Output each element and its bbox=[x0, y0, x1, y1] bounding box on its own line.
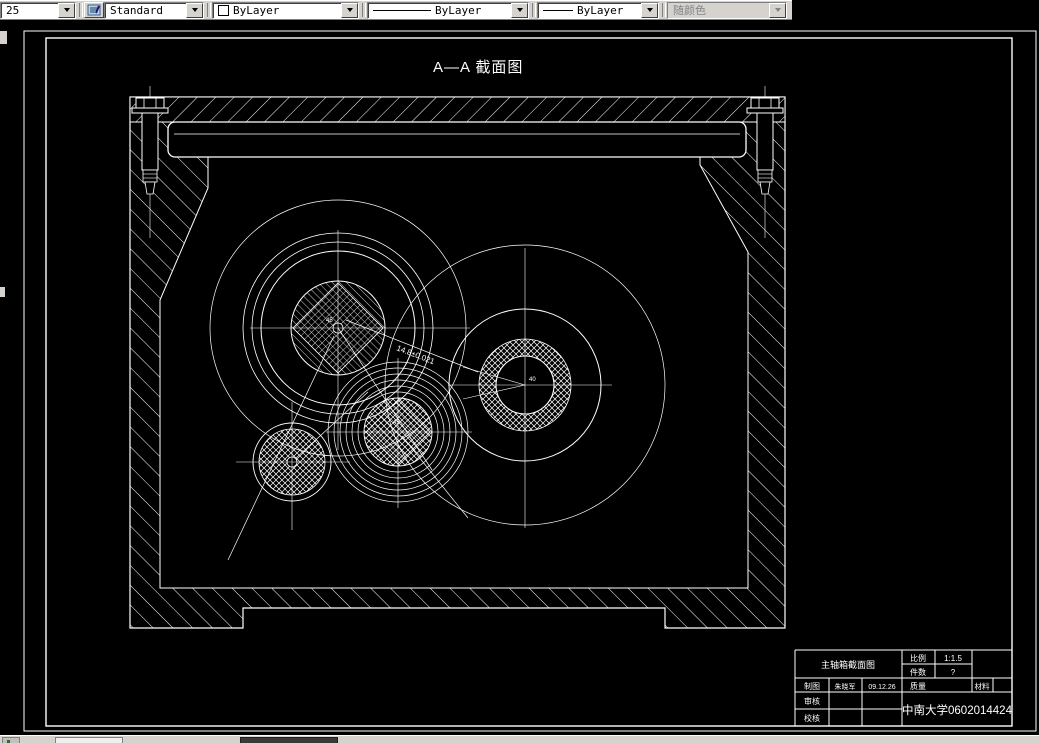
toolbar-separator bbox=[76, 2, 84, 18]
text-style-icon bbox=[87, 4, 101, 16]
tb-scale-value: 1:1.5 bbox=[944, 654, 962, 663]
tb-drawing-name: 主轴箱截面图 bbox=[821, 659, 875, 670]
plotstyle-value: 随颜色 bbox=[668, 2, 769, 18]
tb-material-label: 材料 bbox=[975, 681, 990, 691]
chevron-down-icon[interactable] bbox=[186, 2, 203, 18]
text-height-combo[interactable]: 25 bbox=[0, 1, 76, 19]
chevron-down-icon[interactable] bbox=[58, 2, 75, 18]
tb-drafter-label: 制图 bbox=[804, 681, 820, 691]
chevron-down-icon[interactable] bbox=[511, 2, 528, 18]
autocad-window: 25 Standard ByLayer ByLayer ByLayer 随颜色 … bbox=[0, 0, 1039, 743]
lineweight-swatch bbox=[543, 9, 573, 11]
chevron-down-icon[interactable] bbox=[341, 2, 358, 18]
linetype-combo[interactable]: ByLayer bbox=[367, 1, 529, 19]
chevron-down-icon bbox=[769, 2, 786, 18]
color-combo[interactable]: ByLayer bbox=[212, 1, 359, 19]
tb-drafter-date: 09.12.26 bbox=[868, 684, 895, 691]
tb-drafter-name: 朱晓军 bbox=[835, 682, 856, 691]
linetype-swatch bbox=[373, 9, 431, 11]
drawing-canvas[interactable]: A—A 截面图 45 40 45 14.8±0.021 主轴箱截面图 比例 1:… bbox=[0, 0, 1039, 743]
lineweight-value: ByLayer bbox=[577, 3, 624, 17]
tb-scale-label: 比例 bbox=[910, 653, 926, 663]
top-flange-section bbox=[129, 96, 786, 123]
lineweight-combo[interactable]: ByLayer bbox=[537, 1, 659, 19]
cover-plate bbox=[167, 121, 747, 158]
text-height-value[interactable]: 25 bbox=[1, 3, 58, 18]
tb-mass-label: 质量 bbox=[910, 681, 926, 691]
tb-checker-label: 审核 bbox=[804, 696, 820, 706]
taskbar-toolbar[interactable] bbox=[55, 737, 123, 743]
taskbar-window-button[interactable] bbox=[240, 737, 338, 743]
linetype-value: ByLayer bbox=[435, 3, 482, 17]
toolbar-separator bbox=[204, 2, 212, 18]
toolbar-separator bbox=[529, 2, 537, 18]
taskbar-fragment bbox=[0, 735, 1039, 743]
toolbar-separator bbox=[359, 2, 367, 18]
chevron-down-icon[interactable] bbox=[641, 2, 658, 18]
style-value[interactable]: Standard bbox=[105, 3, 186, 18]
style-combo[interactable]: Standard bbox=[104, 1, 204, 19]
gear-b-label: 40 bbox=[529, 377, 536, 383]
toolbar-separator bbox=[659, 2, 667, 18]
docked-toolbar-fragment bbox=[0, 287, 5, 297]
tb-count-value: ? bbox=[951, 668, 956, 677]
gear-a-label: 45 bbox=[326, 318, 333, 324]
text-style-button[interactable] bbox=[84, 2, 104, 18]
object-properties-toolbar: 25 Standard ByLayer ByLayer ByLayer 随颜色 bbox=[0, 0, 792, 20]
color-swatch bbox=[218, 4, 229, 16]
tb-organization: 中南大学0602014424 bbox=[902, 703, 1013, 717]
plotstyle-combo: 随颜色 bbox=[667, 1, 787, 19]
tb-count-label: 件数 bbox=[910, 667, 926, 677]
color-value: ByLayer bbox=[233, 3, 280, 17]
tb-reviewer-label: 校核 bbox=[804, 713, 820, 723]
docked-toolbar-fragment bbox=[0, 31, 7, 44]
section-title: A—A 截面图 bbox=[433, 59, 523, 76]
start-button[interactable] bbox=[2, 737, 20, 743]
